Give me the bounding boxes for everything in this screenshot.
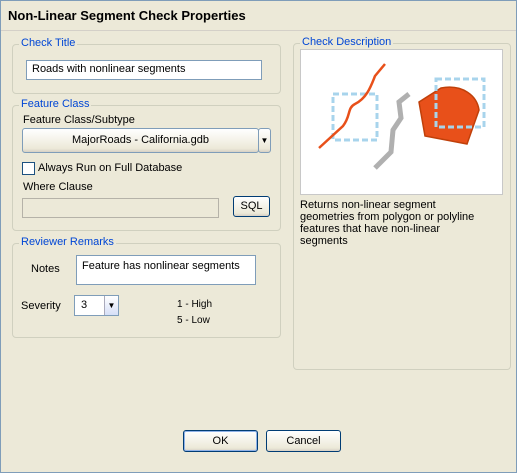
notes-input[interactable]: Feature has nonlinear segments <box>76 255 256 285</box>
severity-hint-low: 5 - Low <box>177 315 210 326</box>
chevron-down-icon: ▼ <box>260 136 269 145</box>
severity-label: Severity <box>21 300 61 312</box>
always-run-label[interactable]: Always Run on Full Database <box>38 162 182 174</box>
dashed-extent-box <box>331 92 379 142</box>
feature-class-group-label: Feature Class <box>19 98 92 110</box>
reviewer-remarks-group-label: Reviewer Remarks <box>19 236 116 248</box>
where-clause-label: Where Clause <box>23 181 93 193</box>
chevron-down-icon: ▼ <box>104 296 118 315</box>
nonlinear-polygon-shape <box>418 86 480 145</box>
check-description-text: Returns non-linear segment geometries fr… <box>300 199 475 247</box>
gray-polyline-shape <box>373 92 411 170</box>
feature-class-dropdown-button[interactable]: ▼ <box>258 128 271 153</box>
check-description-group-label: Check Description <box>300 36 394 48</box>
check-title-input[interactable]: Roads with nonlinear segments <box>26 60 262 80</box>
sql-button[interactable]: SQL <box>233 196 270 217</box>
window-title: Non-Linear Segment Check Properties <box>8 8 246 23</box>
ok-button[interactable]: OK <box>183 430 258 452</box>
check-description-illustration <box>300 49 503 195</box>
notes-label: Notes <box>31 263 60 275</box>
dialog-window: Non-Linear Segment Check Properties Chec… <box>0 0 517 473</box>
feature-class-selected: MajorRoads - California.gdb <box>72 134 209 146</box>
severity-value: 3 <box>81 299 88 311</box>
nonlinear-polyline-shape <box>318 63 386 149</box>
severity-select[interactable]: 3 ▼ <box>74 295 119 316</box>
always-run-checkbox[interactable] <box>22 162 35 175</box>
severity-hint-high: 1 - High <box>177 299 213 310</box>
title-bar[interactable]: Non-Linear Segment Check Properties <box>1 1 516 31</box>
cancel-button[interactable]: Cancel <box>266 430 341 452</box>
feature-class-subtype-label: Feature Class/Subtype <box>23 114 135 126</box>
feature-class-selector[interactable]: MajorRoads - California.gdb <box>22 128 259 153</box>
check-title-group-label: Check Title <box>19 37 78 49</box>
where-clause-input[interactable] <box>22 198 219 218</box>
